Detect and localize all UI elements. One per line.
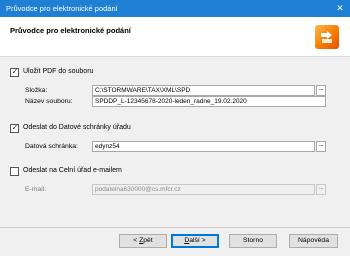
window-title: Průvodce pro elektronické podání [6, 4, 118, 13]
databox-field[interactable]: edynz54 [92, 141, 315, 152]
help-button[interactable]: Nápověda [289, 234, 338, 248]
folder-field[interactable]: C:\STORMWARE\TAX\XML\SPD [92, 85, 315, 96]
checkmark-icon: ✓ [11, 67, 19, 76]
wizard-header: Průvodce pro elektronické podání [0, 17, 350, 57]
back-button[interactable]: < Zpět [119, 234, 167, 248]
filename-label: Název souboru: [25, 98, 73, 105]
email-browse-button[interactable]: ... [316, 184, 326, 195]
wizard-footer: < Zpět Další > Storno Nápověda [0, 228, 350, 256]
checkmark-icon: ✓ [11, 123, 19, 132]
send-databox-checkbox[interactable]: ✓ [10, 123, 19, 133]
email-label: E-mail: [25, 186, 47, 193]
back-button-label: pět [143, 237, 153, 244]
send-databox-label: Odeslat do Datové schránky úřadu [23, 124, 131, 131]
send-email-checkbox[interactable] [10, 167, 19, 176]
save-pdf-label: Uložit PDF do souboru [23, 68, 94, 75]
filename-field[interactable]: SPDDP_L-12345678-2020-leden_radne_19.02.… [92, 96, 326, 107]
email-field[interactable]: podatelna630000@cs.mfcr.cz [92, 184, 315, 195]
header-title: Průvodce pro elektronické podání [10, 26, 131, 35]
wizard-body: ✓ Uložit PDF do souboru Složka: C:\STORM… [0, 57, 350, 227]
title-bar: Průvodce pro elektronické podání ✕ [0, 0, 350, 17]
next-button[interactable]: Další > [171, 234, 219, 248]
next-button-label: alší > [189, 237, 206, 244]
folder-label: Složka: [25, 87, 48, 94]
close-icon[interactable]: ✕ [335, 3, 345, 13]
databox-label: Datová schránka: [25, 143, 78, 150]
send-email-label: Odeslat na Celní úřad e-mailem [23, 167, 122, 174]
save-pdf-checkbox[interactable]: ✓ [10, 67, 19, 77]
cancel-button[interactable]: Storno [229, 234, 277, 248]
folder-browse-button[interactable]: ... [316, 85, 326, 96]
databox-browse-button[interactable]: ... [316, 141, 326, 152]
app-logo-icon [315, 25, 339, 49]
